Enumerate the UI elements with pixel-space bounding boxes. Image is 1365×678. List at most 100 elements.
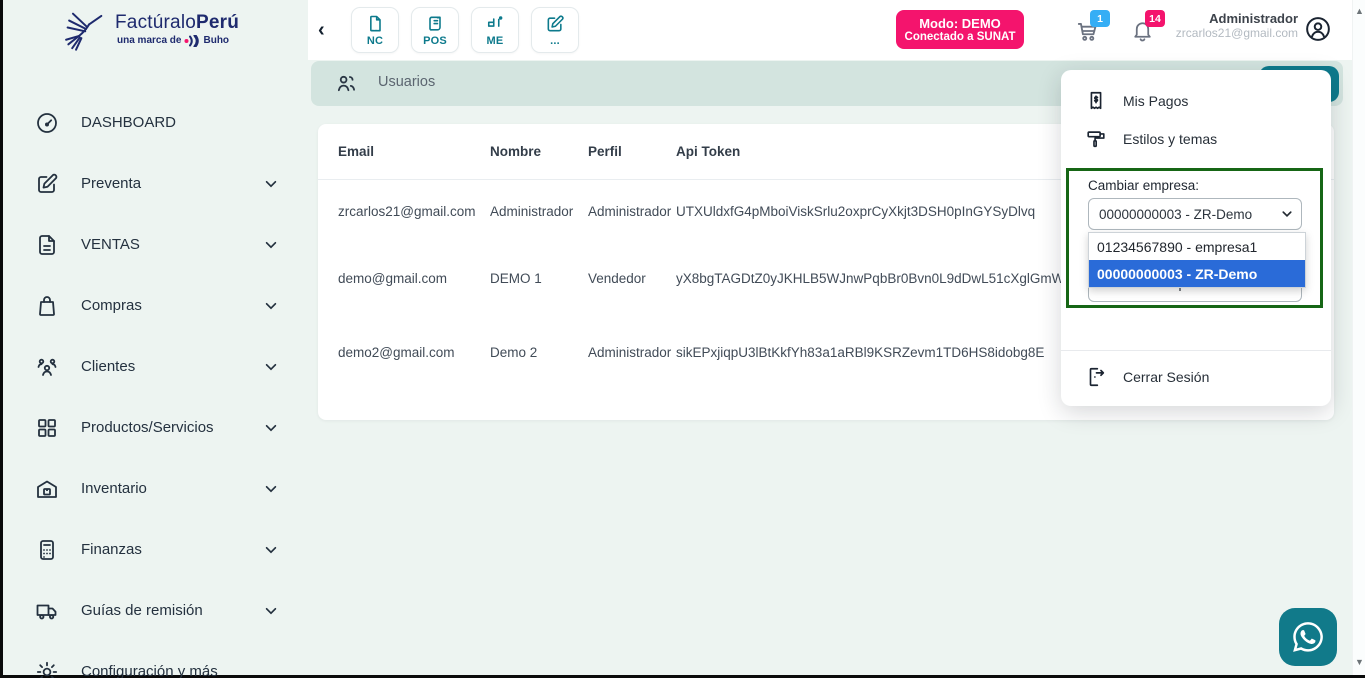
pos-button[interactable]: POS — [411, 7, 459, 53]
logout-icon — [1085, 366, 1107, 388]
grid-icon — [35, 416, 59, 440]
sidebar-item-configuracion[interactable]: Configuración y más — [3, 641, 308, 678]
chevron-down-icon — [1281, 208, 1293, 220]
document-icon — [35, 233, 59, 257]
cell-perfil: Administrador — [588, 204, 676, 219]
gear-icon — [35, 660, 59, 678]
scroll-down-arrow[interactable]: ▼ — [1353, 657, 1365, 667]
topbar: ‹ NC POS ME ... Modo: DEMO Conectado a S… — [308, 0, 1356, 60]
cart-button[interactable]: 1 — [1075, 18, 1101, 44]
chevron-down-icon — [264, 543, 278, 557]
sidebar-item-preventa[interactable]: Preventa — [3, 153, 308, 214]
user-menu-panel: Mis Pagos Estilos y temas Cambiar empres… — [1061, 70, 1331, 406]
avatar-icon[interactable] — [1304, 15, 1332, 43]
user-info[interactable]: Administrador zrcarlos21@gmail.com — [1176, 11, 1298, 40]
dashboard-icon — [35, 111, 59, 135]
chevron-down-icon — [264, 604, 278, 618]
user-role: Administrador — [1176, 11, 1298, 26]
calculator-icon — [35, 538, 59, 562]
mode-badge-line1: Modo: DEMO — [896, 16, 1024, 31]
sidebar-item-label: Productos/Servicios — [81, 419, 264, 436]
clients-icon — [35, 355, 59, 379]
receipt-icon — [425, 14, 445, 34]
buho-mark-icon — [184, 35, 200, 47]
warehouse-icon — [35, 477, 59, 501]
pos-button-label: POS — [423, 35, 447, 47]
column-header-email: Email — [338, 144, 490, 159]
notifications-count-badge: 14 — [1145, 10, 1165, 27]
me-button-label: ME — [487, 35, 504, 47]
cell-nombre: DEMO 1 — [490, 271, 588, 286]
menu-item-label: Estilos y temas — [1123, 131, 1217, 147]
payments-receipt-icon — [1085, 90, 1107, 112]
sidebar-item-compras[interactable]: Compras — [3, 275, 308, 336]
menu-item-cerrar-sesion[interactable]: Cerrar Sesión — [1061, 358, 1331, 396]
user-email: zrcarlos21@gmail.com — [1176, 26, 1298, 40]
page-scrollbar[interactable]: ▲ ▼ — [1352, 0, 1365, 675]
column-header-perfil: Perfil — [588, 144, 676, 159]
sidebar-item-label: Inventario — [81, 480, 264, 497]
scroll-up-arrow[interactable]: ▲ — [1353, 6, 1365, 16]
me-icon — [485, 14, 505, 34]
nc-button-label: NC — [367, 35, 383, 47]
sidebar-item-label: Guías de remisión — [81, 602, 264, 619]
whatsapp-icon — [1291, 620, 1325, 654]
edit-icon — [545, 14, 565, 34]
menu-divider — [1061, 350, 1331, 351]
brand-logo[interactable]: FactúraloPerú una marca de Buho — [3, 0, 308, 58]
sidebar-item-productos[interactable]: Productos/Servicios — [3, 397, 308, 458]
cell-email: zrcarlos21@gmail.com — [338, 204, 490, 219]
sidebar-item-label: Configuración y más — [81, 663, 278, 678]
sidebar-item-finanzas[interactable]: Finanzas — [3, 519, 308, 580]
sidebar-item-label: Preventa — [81, 175, 264, 192]
cell-perfil: Vendedor — [588, 271, 676, 286]
brand-name: Factúralo — [115, 12, 196, 33]
chevron-down-icon — [264, 299, 278, 313]
paint-roller-icon — [1085, 128, 1107, 150]
more-documents-button-label: ... — [550, 35, 560, 47]
page-title: Usuarios — [378, 74, 435, 90]
cell-email: demo@gmail.com — [338, 271, 490, 286]
chevron-down-icon — [264, 482, 278, 496]
sidebar-item-dashboard[interactable]: DASHBOARD — [3, 92, 308, 153]
credit-note-icon — [365, 14, 385, 34]
company-option[interactable]: 01234567890 - empresa1 — [1089, 233, 1305, 260]
company-select[interactable]: 00000000003 - ZR-Demo — [1088, 198, 1302, 230]
more-documents-button[interactable]: ... — [531, 7, 579, 53]
shopping-bag-icon — [35, 294, 59, 318]
cell-nombre: Demo 2 — [490, 345, 588, 360]
menu-item-label: Mis Pagos — [1123, 93, 1188, 109]
sidebar-item-label: Compras — [81, 297, 264, 314]
me-button[interactable]: ME — [471, 7, 519, 53]
chevron-down-icon — [264, 421, 278, 435]
cell-nombre: Administrador — [490, 204, 588, 219]
sidebar-item-label: Finanzas — [81, 541, 264, 558]
column-header-nombre: Nombre — [490, 144, 588, 159]
chevron-down-icon — [264, 238, 278, 252]
chevron-down-icon — [264, 177, 278, 191]
cell-perfil: Administrador — [588, 345, 676, 360]
sidebar-item-label: DASHBOARD — [81, 114, 278, 131]
sidebar-item-clientes[interactable]: Clientes — [3, 336, 308, 397]
brand-tagline: una marca de — [117, 35, 181, 46]
menu-item-estilos-temas[interactable]: Estilos y temas — [1061, 120, 1331, 158]
notifications-button[interactable]: 14 — [1130, 18, 1155, 43]
truck-icon — [35, 599, 59, 623]
chevron-down-icon — [264, 360, 278, 374]
sidebar-item-ventas[interactable]: VENTAS — [3, 214, 308, 275]
sidebar-item-label: VENTAS — [81, 236, 264, 253]
sidebar-collapse-button[interactable]: ‹ — [318, 17, 325, 43]
sidebar-item-guias[interactable]: Guías de remisión — [3, 580, 308, 641]
menu-item-mis-pagos[interactable]: Mis Pagos — [1061, 82, 1331, 120]
company-option-selected[interactable]: 00000000003 - ZR-Demo — [1089, 260, 1305, 287]
whatsapp-button[interactable] — [1279, 608, 1337, 666]
mode-badge: Modo: DEMO Conectado a SUNAT — [896, 10, 1024, 49]
nc-button[interactable]: NC — [351, 7, 399, 53]
brand-tagline-brand: Buho — [203, 35, 229, 46]
edit-icon — [35, 172, 59, 196]
sidebar-item-inventario[interactable]: Inventario — [3, 458, 308, 519]
sidebar: FactúraloPerú una marca de Buho DASHBOAR… — [3, 0, 308, 675]
sidebar-nav: DASHBOARD Preventa VENTAS Compras Client… — [3, 58, 308, 678]
brand-text: FactúraloPerú una marca de Buho — [115, 12, 239, 47]
brand-name-bold: Perú — [196, 12, 239, 33]
